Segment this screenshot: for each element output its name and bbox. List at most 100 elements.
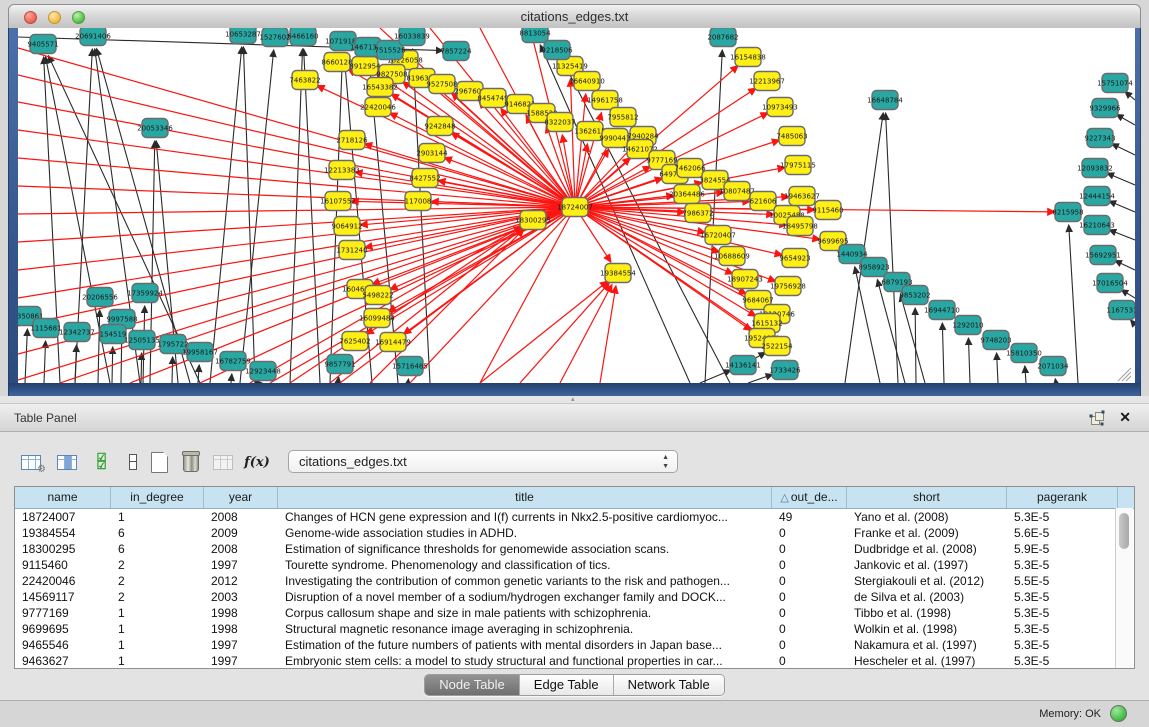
- network-canvas[interactable]: 1872400718300295193845547463822866012889…: [18, 28, 1135, 383]
- column-header-pagerank[interactable]: pagerank: [1007, 487, 1118, 508]
- graph-node-16210643[interactable]: 16210643: [1079, 216, 1115, 235]
- graph-node-8322037[interactable]: 8322037: [544, 113, 575, 132]
- graph-node-12444154[interactable]: 12444154: [1079, 187, 1115, 206]
- graph-node-16154838[interactable]: 16154838: [730, 48, 766, 67]
- graph-node-10973493[interactable]: 10973493: [762, 98, 798, 117]
- graph-node-9527508[interactable]: 9527508: [426, 75, 457, 94]
- graph-node-20364486[interactable]: 20364486: [669, 185, 705, 204]
- network-window-titlebar[interactable]: citations_edges.txt: [8, 4, 1141, 28]
- graph-node-19756928[interactable]: 19756928: [770, 277, 806, 296]
- graph-node-16720407[interactable]: 16720407: [700, 226, 736, 245]
- graph-node-1115681[interactable]: 1115681: [30, 319, 61, 338]
- close-panel-icon[interactable]: ✕: [1119, 409, 1131, 425]
- graph-node-9064912[interactable]: 9064912: [331, 217, 362, 236]
- graph-node-117008[interactable]: 117008: [405, 192, 432, 211]
- graph-node-7857224[interactable]: 7857224: [440, 42, 472, 61]
- graph-node-15751074[interactable]: 15751074: [1097, 74, 1133, 93]
- graph-node-15810350[interactable]: 15810350: [1006, 344, 1042, 363]
- graph-node-20691406[interactable]: 20691406: [75, 28, 111, 46]
- graph-node-18907243[interactable]: 18907243: [727, 270, 763, 289]
- graph-node-2903144[interactable]: 2903144: [416, 144, 448, 163]
- graph-node-9227343[interactable]: 9227343: [1084, 129, 1115, 148]
- graph-node-20206556[interactable]: 20206556: [82, 288, 118, 307]
- node-attribute-table[interactable]: namein_degreeyeartitle△out_de...shortpag…: [14, 486, 1135, 669]
- table-row[interactable]: 946554611997Estimation of the future num…: [15, 637, 1134, 653]
- graph-node-9218506[interactable]: 9218506: [541, 41, 573, 60]
- graph-node-7485063[interactable]: 7485063: [776, 127, 807, 146]
- graph-node-9115460[interactable]: 9115460: [812, 201, 843, 220]
- graph-node-5498222[interactable]: 5498222: [362, 286, 393, 305]
- select-attributes-button[interactable]: ☑☑: [88, 449, 114, 475]
- citation-network-graph[interactable]: 1872400718300295193845547463822866012889…: [18, 28, 1135, 383]
- graph-node-12093832[interactable]: 12093832: [1077, 159, 1113, 178]
- graph-node-8660128[interactable]: 8660128: [321, 53, 352, 72]
- table-row[interactable]: 1872400712008Changes of HCN gene express…: [15, 509, 1134, 525]
- graph-node-1527602[interactable]: 1527602: [259, 28, 290, 47]
- graph-node-22420046[interactable]: 22420046: [360, 98, 396, 117]
- graph-node-16543382[interactable]: 16543382: [362, 78, 398, 97]
- table-header-row[interactable]: namein_degreeyeartitle△out_de...shortpag…: [15, 487, 1134, 509]
- graph-node-19463627[interactable]: 19463627: [784, 187, 820, 206]
- graph-node-14136141[interactable]: 14136141: [725, 356, 761, 375]
- graph-node-1731240[interactable]: 1731240: [336, 241, 367, 260]
- graph-node-154519[interactable]: 154519: [100, 325, 127, 344]
- column-header-year[interactable]: year: [204, 487, 278, 508]
- table-row[interactable]: 977716911998Corpus callosum shape and si…: [15, 605, 1134, 621]
- float-window-icon[interactable]: [1089, 410, 1105, 426]
- graph-node-9654923[interactable]: 9654923: [779, 249, 810, 268]
- graph-node-17975115[interactable]: 17975115: [780, 156, 816, 175]
- graph-node-7463822[interactable]: 7463822: [289, 71, 320, 90]
- graph-node-16944710[interactable]: 16944710: [924, 301, 960, 320]
- graph-node-9748203[interactable]: 9748203: [980, 331, 1011, 350]
- tab-edge-table[interactable]: Edge Table: [520, 675, 614, 695]
- graph-node-16914479[interactable]: 16914479: [375, 333, 411, 352]
- graph-node-16640910[interactable]: 16640910: [569, 72, 605, 91]
- table-row[interactable]: 1456911722003Disruption of a novel membe…: [15, 589, 1134, 605]
- graph-node-6466160[interactable]: 6466160: [287, 28, 318, 46]
- graph-node-7955812[interactable]: 7955812: [607, 108, 638, 127]
- graph-node-2087682[interactable]: 2087682: [707, 28, 738, 47]
- column-header-name[interactable]: name: [15, 487, 111, 508]
- graph-node-9329966[interactable]: 9329966: [1089, 99, 1121, 118]
- table-row[interactable]: 946362711997Embryonic stem cells: a mode…: [15, 653, 1134, 669]
- graph-node-10653287[interactable]: 10653287: [225, 28, 261, 44]
- table-vertical-scrollbar[interactable]: [1115, 508, 1133, 668]
- memory-status-indicator[interactable]: [1110, 705, 1127, 722]
- graph-node-2522154[interactable]: 2522154: [761, 337, 793, 356]
- graph-node-9242848[interactable]: 9242848: [424, 117, 455, 136]
- graph-node-18724007[interactable]: 18724007: [557, 198, 593, 217]
- graph-node-17359924[interactable]: 17359924: [127, 284, 163, 303]
- table-row[interactable]: 2242004622012Investigating the contribut…: [15, 573, 1134, 589]
- graph-node-15692951[interactable]: 15692951: [1085, 246, 1121, 265]
- graph-node-7986372[interactable]: 7986372: [682, 204, 713, 223]
- column-header-out_de[interactable]: △out_de...: [772, 487, 847, 508]
- row-height-button[interactable]: [120, 449, 146, 475]
- graph-node-12213967[interactable]: 12213967: [749, 72, 785, 91]
- graph-node-7625402[interactable]: 7625402: [339, 332, 370, 351]
- graph-node-16648784[interactable]: 16648784: [867, 91, 903, 110]
- graph-node-9853202[interactable]: 9853202: [899, 286, 930, 305]
- graph-node-9405571[interactable]: 9405571: [27, 35, 58, 54]
- graph-node-2718126[interactable]: 2718126: [336, 131, 368, 150]
- divider-grip-icon[interactable]: ▴: [571, 397, 575, 403]
- graph-node-8215958[interactable]: 8215958: [1052, 203, 1083, 222]
- graph-node-8427552[interactable]: 8427552: [409, 169, 440, 188]
- graph-node-20053346[interactable]: 20053346: [137, 119, 173, 138]
- graph-node-19958167[interactable]: 19958167: [182, 343, 218, 362]
- column-header-title[interactable]: title: [278, 487, 772, 508]
- graph-node-16107552[interactable]: 16107552: [320, 192, 356, 211]
- graph-node-17016504[interactable]: 17016504: [1092, 274, 1128, 293]
- graph-node-2071034[interactable]: 2071034: [1037, 357, 1069, 376]
- graph-node-19384554[interactable]: 19384554: [600, 264, 636, 283]
- graph-node-14961758[interactable]: 14961758: [587, 91, 623, 110]
- table-row[interactable]: 911546021997Tourette syndrome. Phenomeno…: [15, 557, 1134, 573]
- tab-network-table[interactable]: Network Table: [614, 675, 724, 695]
- table-source-dropdown[interactable]: citations_edges.txt ▲▼: [288, 450, 678, 473]
- table-body[interactable]: 1872400712008Changes of HCN gene express…: [15, 509, 1134, 669]
- delete-column-button[interactable]: [178, 449, 204, 475]
- show-columns-button[interactable]: [54, 449, 80, 475]
- graph-node-12505135[interactable]: 12505135: [124, 331, 160, 350]
- table-row[interactable]: 1938455462009Genome-wide association stu…: [15, 525, 1134, 541]
- function-builder-button[interactable]: f(x): [244, 449, 270, 475]
- graph-node-18495798[interactable]: 18495798: [782, 217, 818, 236]
